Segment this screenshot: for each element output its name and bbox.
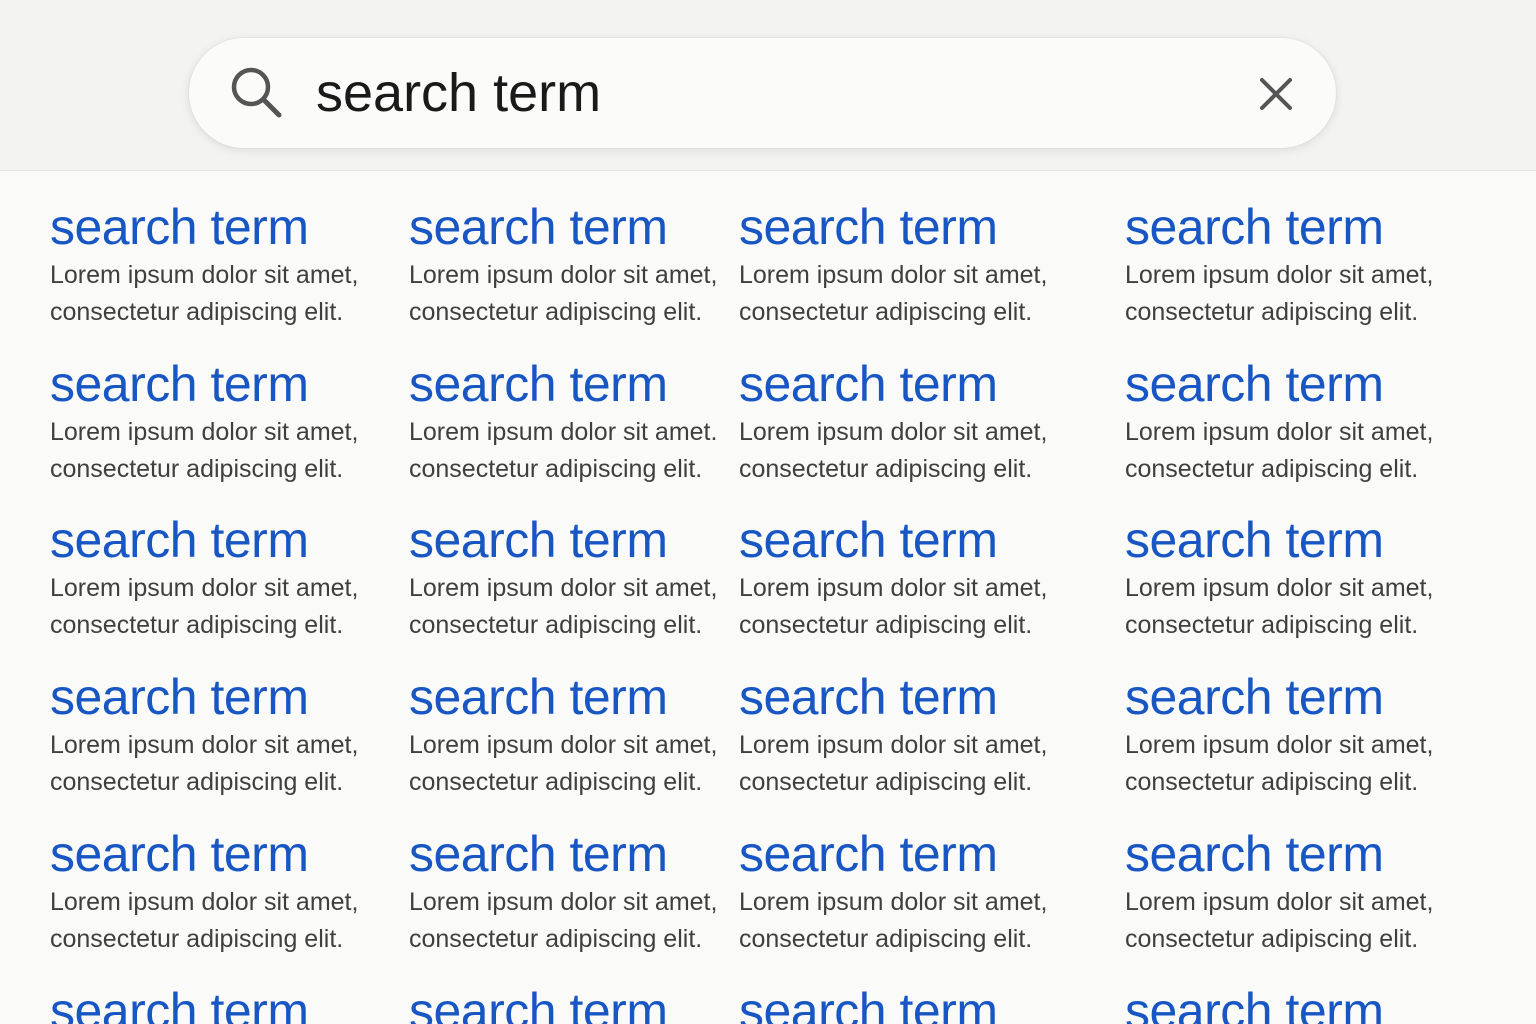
result-title-link[interactable]: search term [409, 356, 779, 412]
result-title-link[interactable]: search term [739, 983, 1109, 1024]
result-snippet-line-1: Lorem ipsum dolor sit amet, [1125, 731, 1434, 759]
result-title-link[interactable]: search term [1125, 199, 1495, 255]
result-snippet-line-2: consectetur adipiscing elit. [50, 768, 344, 796]
result-snippet-line-1: Lorem ipsum dolor sit amet, [409, 888, 718, 916]
search-result: search term Lorem ipsum dolor sit amet, co… [1125, 356, 1495, 488]
result-snippet-line-1: Lorem ipsum dolor sit amet, [50, 418, 359, 446]
search-result: search term Lorem ipsum dolor sit amet, co… [409, 826, 779, 958]
result-snippet-line-2: consectetur adipiscing elit. [739, 768, 1033, 796]
result-snippet-line-2: consectetur adipiscing elit. [409, 611, 703, 639]
search-result: search term Lorem ipsum dolor sit amet, co… [50, 826, 420, 958]
result-snippet-line-2: consectetur adipiscing elit. [739, 455, 1033, 483]
result-title-link[interactable]: search term [50, 669, 420, 725]
result-snippet-line-1: Lorem ipsum dolor sit amet, [50, 888, 359, 916]
result-snippet-line-1: Lorem ipsum dolor sit amet, [739, 418, 1048, 446]
result-title-link[interactable]: search term [50, 983, 420, 1024]
result-snippet-line-2: consectetur adipiscing elit. [739, 611, 1033, 639]
search-result: search term [739, 983, 1109, 1024]
search-result: search term Lorem ipsum dolor sit amet, co… [50, 356, 420, 488]
search-result: search term Lorem ipsum dolor sit amet, co… [50, 512, 420, 644]
search-result: search term Lorem ipsum dolor sit amet, co… [739, 669, 1109, 801]
result-snippet-line-2: consectetur adipiscing elit. [739, 298, 1033, 326]
search-header [0, 0, 1536, 171]
search-result: search term [1125, 983, 1495, 1024]
result-snippet-line-1: Lorem ipsum dolor sit amet, [1125, 888, 1434, 916]
result-title-link[interactable]: search term [739, 826, 1109, 882]
search-result: search term Lorem ipsum dolor sit amet, co… [50, 199, 420, 331]
result-title-link[interactable]: search term [739, 356, 1109, 412]
result-title-link[interactable]: search term [50, 826, 420, 882]
search-result: search term Lorem ipsum dolor sit amet, co… [409, 669, 779, 801]
result-snippet-line-2: consectetur adipiscing elit. [1125, 298, 1419, 326]
result-snippet-line-1: Lorem ipsum dolor sit amet. [409, 418, 718, 446]
result-snippet-line-2: consectetur adipiscing elit. [50, 455, 344, 483]
search-result: search term Lorem ipsum dolor sit amet, co… [739, 512, 1109, 644]
result-title-link[interactable]: search term [50, 356, 420, 412]
result-snippet-line-1: Lorem ipsum dolor sit amet, [409, 574, 718, 602]
result-snippet-line-2: consectetur adipiscing elit. [50, 611, 344, 639]
close-icon[interactable] [1250, 68, 1302, 120]
search-input[interactable] [316, 58, 1216, 128]
result-title-link[interactable]: search term [409, 826, 779, 882]
result-title-link[interactable]: search term [409, 983, 779, 1024]
result-title-link[interactable]: search term [1125, 356, 1495, 412]
result-snippet-line-2: consectetur adipiscing elit. [1125, 925, 1419, 953]
result-title-link[interactable]: search term [50, 199, 420, 255]
result-snippet-line-2: consectetur adipiscing elit. [739, 925, 1033, 953]
search-result: search term Lorem ipsum dolor sit amet, co… [1125, 669, 1495, 801]
result-title-link[interactable]: search term [739, 512, 1109, 568]
result-snippet-line-1: Lorem ipsum dolor sit amet, [50, 731, 359, 759]
result-snippet-line-2: consectetur adipiscing elit. [1125, 455, 1419, 483]
result-snippet-line-1: Lorem ipsum dolor sit amet, [1125, 574, 1434, 602]
result-title-link[interactable]: search term [409, 199, 779, 255]
result-snippet-line-2: consectetur adipiscing elit. [50, 298, 344, 326]
result-title-link[interactable]: search term [409, 669, 779, 725]
result-snippet-line-2: consectetur adipiscing elit. [409, 455, 703, 483]
result-snippet-line-2: consectetur adipiscing elit. [409, 298, 703, 326]
search-result: search term Lorem ipsum dolor sit amet, co… [739, 826, 1109, 958]
result-title-link[interactable]: search term [1125, 512, 1495, 568]
result-title-link[interactable]: search term [409, 512, 779, 568]
search-icon [231, 67, 282, 118]
result-snippet-line-2: consectetur adipiscing elit. [50, 925, 344, 953]
search-result: search term Lorem ipsum dolor sit amet, co… [739, 356, 1109, 488]
result-title-link[interactable]: search term [1125, 669, 1495, 725]
search-result: search term Lorem ipsum dolor sit amet, co… [1125, 512, 1495, 644]
search-result: search term [409, 983, 779, 1024]
search-result: search term Lorem ipsum dolor sit amet, co… [50, 669, 420, 801]
search-result: search term [50, 983, 420, 1024]
result-snippet-line-2: consectetur adipiscing elit. [409, 925, 703, 953]
result-snippet-line-1: Lorem ipsum dolor sit amet, [1125, 418, 1434, 446]
result-snippet-line-2: consectetur adipiscing elit. [1125, 611, 1419, 639]
result-snippet-line-1: Lorem ipsum dolor sit amet, [409, 731, 718, 759]
search-result: search term Lorem ipsum dolor sit amet, co… [409, 512, 779, 644]
search-result: search term Lorem ipsum dolor sit amet, co… [1125, 826, 1495, 958]
result-title-link[interactable]: search term [50, 512, 420, 568]
result-title-link[interactable]: search term [1125, 826, 1495, 882]
result-snippet-line-2: consectetur adipiscing elit. [409, 768, 703, 796]
result-snippet-line-1: Lorem ipsum dolor sit amet, [50, 261, 359, 289]
search-result: search term Lorem ipsum dolor sit amet, co… [1125, 199, 1495, 331]
result-snippet-line-1: Lorem ipsum dolor sit amet, [50, 574, 359, 602]
result-snippet-line-2: consectetur adipiscing elit. [1125, 768, 1419, 796]
result-snippet-line-1: Lorem ipsum dolor sit amet, [739, 574, 1048, 602]
result-snippet-line-1: Lorem ipsum dolor sit amet, [739, 261, 1048, 289]
result-snippet-line-1: Lorem ipsum dolor sit amet, [739, 731, 1048, 759]
result-title-link[interactable]: search term [739, 199, 1109, 255]
search-result: search term Lorem ipsum dolor sit amet, co… [409, 199, 779, 331]
results-grid: search term Lorem ipsum dolor sit amet, co… [0, 171, 1536, 1024]
search-result: search term Lorem ipsum dolor sit amet. co… [409, 356, 779, 488]
result-snippet-line-1: Lorem ipsum dolor sit amet, [1125, 261, 1434, 289]
result-snippet-line-1: Lorem ipsum dolor sit amet, [739, 888, 1048, 916]
result-title-link[interactable]: search term [1125, 983, 1495, 1024]
result-snippet-line-1: Lorem ipsum dolor sit amet, [409, 261, 718, 289]
result-title-link[interactable]: search term [739, 669, 1109, 725]
search-result: search term Lorem ipsum dolor sit amet, co… [739, 199, 1109, 331]
